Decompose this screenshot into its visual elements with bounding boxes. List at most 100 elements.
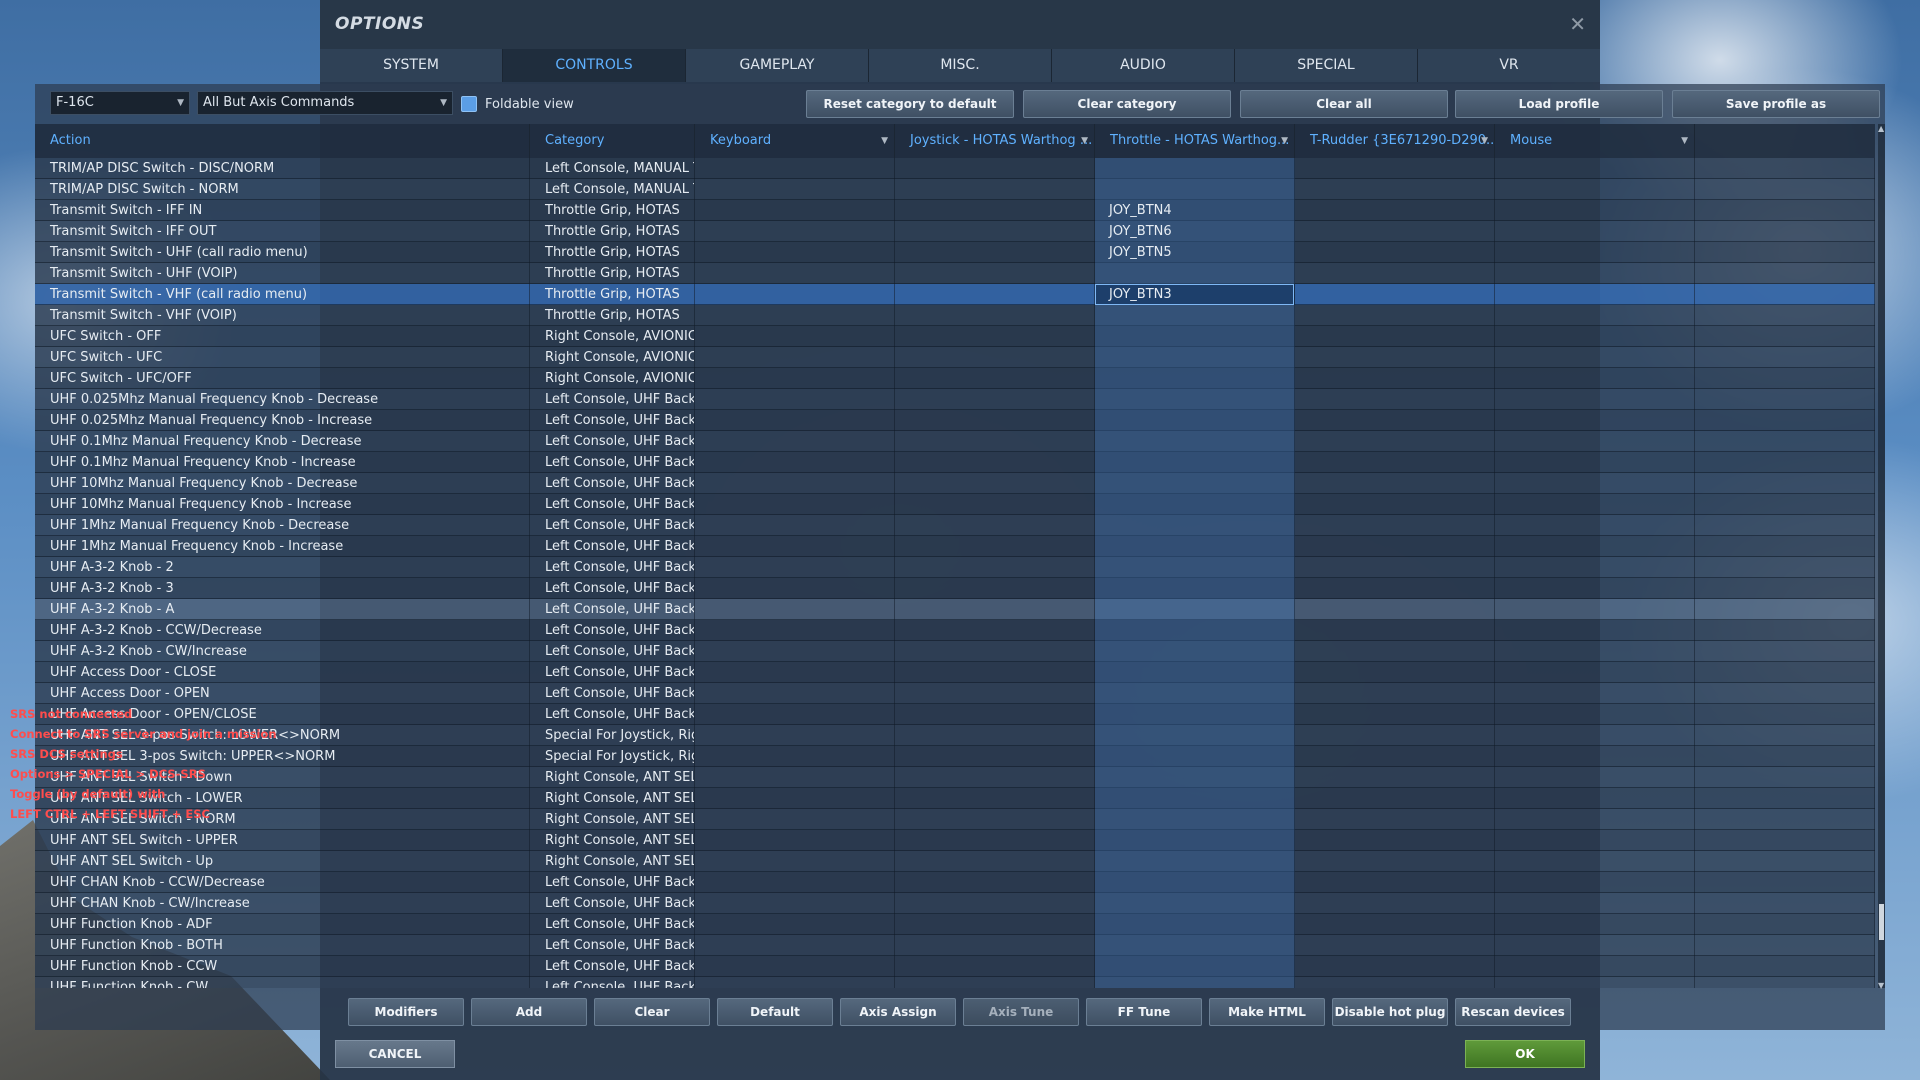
keyboard-cell[interactable] (695, 431, 895, 452)
throttle-cell[interactable] (1095, 746, 1295, 767)
keyboard-cell[interactable] (695, 284, 895, 305)
mouse-cell[interactable] (1495, 683, 1695, 704)
category-cell[interactable]: Left Console, UHF Backup (530, 515, 695, 536)
category-cell[interactable]: Left Console, UHF Backup (530, 578, 695, 599)
joystick-cell[interactable] (895, 347, 1095, 368)
mouse-cell[interactable] (1495, 305, 1695, 326)
table-row[interactable]: UHF Function Knob - BOTH Left Console, UH… (35, 935, 1875, 956)
keyboard-cell[interactable] (695, 704, 895, 725)
mouse-cell[interactable] (1495, 788, 1695, 809)
table-row[interactable]: UHF 10Mhz Manual Frequency Knob - Decrea… (35, 473, 1875, 494)
modifiers-button[interactable]: Modifiers (348, 998, 464, 1026)
throttle-cell[interactable] (1095, 725, 1295, 746)
action-cell[interactable]: UHF A-3-2 Knob - 2 (35, 557, 530, 578)
joystick-cell[interactable] (895, 284, 1095, 305)
empty-cell[interactable] (1695, 410, 1875, 431)
category-cell[interactable]: Left Console, MANUAL TR (530, 158, 695, 179)
rescan-devices-button[interactable]: Rescan devices (1455, 998, 1571, 1026)
mouse-cell[interactable] (1495, 410, 1695, 431)
empty-cell[interactable] (1695, 746, 1875, 767)
trudder-cell[interactable] (1295, 809, 1495, 830)
mouse-cell[interactable] (1495, 935, 1695, 956)
mouse-cell[interactable] (1495, 221, 1695, 242)
keyboard-cell[interactable] (695, 368, 895, 389)
mouse-cell[interactable] (1495, 746, 1695, 767)
keyboard-cell[interactable] (695, 536, 895, 557)
tab-gameplay[interactable]: GAMEPLAY (686, 49, 869, 82)
empty-cell[interactable] (1695, 200, 1875, 221)
tab-system[interactable]: SYSTEM (320, 49, 503, 82)
trudder-cell[interactable] (1295, 284, 1495, 305)
mouse-cell[interactable] (1495, 368, 1695, 389)
empty-cell[interactable] (1695, 494, 1875, 515)
action-cell[interactable]: UHF CHAN Knob - CCW/Decrease (35, 872, 530, 893)
throttle-cell[interactable] (1095, 599, 1295, 620)
category-cell[interactable]: Left Console, UHF Backup (530, 956, 695, 977)
category-cell[interactable]: Throttle Grip, HOTAS (530, 221, 695, 242)
trudder-cell[interactable] (1295, 347, 1495, 368)
action-cell[interactable]: UHF 1Mhz Manual Frequency Knob - Increas… (35, 536, 530, 557)
table-row[interactable]: UHF A-3-2 Knob - A Left Console, UHF Back… (35, 599, 1875, 620)
trudder-cell[interactable] (1295, 599, 1495, 620)
joystick-cell[interactable] (895, 662, 1095, 683)
empty-cell[interactable] (1695, 347, 1875, 368)
joystick-cell[interactable] (895, 809, 1095, 830)
trudder-cell[interactable] (1295, 683, 1495, 704)
table-row[interactable]: UHF 1Mhz Manual Frequency Knob - Increas… (35, 536, 1875, 557)
empty-cell[interactable] (1695, 263, 1875, 284)
table-row[interactable]: UHF Access Door - OPEN Left Console, UHF … (35, 683, 1875, 704)
category-cell[interactable]: Throttle Grip, HOTAS (530, 263, 695, 284)
mouse-cell[interactable] (1495, 389, 1695, 410)
trudder-cell[interactable] (1295, 893, 1495, 914)
empty-cell[interactable] (1695, 683, 1875, 704)
trudder-cell[interactable] (1295, 410, 1495, 431)
throttle-cell[interactable] (1095, 851, 1295, 872)
action-cell[interactable]: Transmit Switch - VHF (VOIP) (35, 305, 530, 326)
trudder-cell[interactable] (1295, 662, 1495, 683)
category-cell[interactable]: Left Console, UHF Backup (530, 599, 695, 620)
throttle-cell[interactable] (1095, 914, 1295, 935)
table-row[interactable]: UHF ANT SEL 3-pos Switch: UPPER<>NORM Spe… (35, 746, 1875, 767)
mouse-cell[interactable] (1495, 725, 1695, 746)
trudder-cell[interactable] (1295, 515, 1495, 536)
tab-special[interactable]: SPECIAL (1235, 49, 1418, 82)
joystick-cell[interactable] (895, 389, 1095, 410)
table-row[interactable]: TRIM/AP DISC Switch - NORM Left Console, … (35, 179, 1875, 200)
joystick-cell[interactable] (895, 305, 1095, 326)
trudder-cell[interactable] (1295, 725, 1495, 746)
table-row[interactable]: UFC Switch - UFC/OFF Right Console, AVION… (35, 368, 1875, 389)
empty-cell[interactable] (1695, 641, 1875, 662)
empty-cell[interactable] (1695, 515, 1875, 536)
throttle-cell[interactable] (1095, 893, 1295, 914)
category-cell[interactable]: Left Console, UHF Backup (530, 935, 695, 956)
action-cell[interactable]: UHF Function Knob - ADF (35, 914, 530, 935)
category-cell[interactable]: Left Console, UHF Backup (530, 494, 695, 515)
keyboard-cell[interactable] (695, 872, 895, 893)
empty-cell[interactable] (1695, 389, 1875, 410)
empty-cell[interactable] (1695, 767, 1875, 788)
keyboard-cell[interactable] (695, 557, 895, 578)
table-row[interactable]: Transmit Switch - UHF (VOIP) Throttle Gri… (35, 263, 1875, 284)
table-row[interactable]: UHF ANT SEL Switch - Down Right Console, … (35, 767, 1875, 788)
keyboard-cell[interactable] (695, 263, 895, 284)
trudder-cell[interactable] (1295, 977, 1495, 988)
keyboard-cell[interactable] (695, 410, 895, 431)
tab-audio[interactable]: AUDIO (1052, 49, 1235, 82)
action-cell[interactable]: UHF Function Knob - BOTH (35, 935, 530, 956)
throttle-cell[interactable] (1095, 263, 1295, 284)
category-cell[interactable]: Left Console, UHF Backup (530, 914, 695, 935)
joystick-cell[interactable] (895, 578, 1095, 599)
throttle-cell[interactable] (1095, 473, 1295, 494)
table-row[interactable]: TRIM/AP DISC Switch - DISC/NORM Left Cons… (35, 158, 1875, 179)
throttle-cell[interactable] (1095, 305, 1295, 326)
axis-assign-button[interactable]: Axis Assign (840, 998, 956, 1026)
save-profile-as-button[interactable]: Save profile as (1672, 90, 1880, 118)
close-icon[interactable]: ✕ (1569, 12, 1586, 36)
trudder-cell[interactable] (1295, 305, 1495, 326)
action-cell[interactable]: UHF 0.025Mhz Manual Frequency Knob - Inc… (35, 410, 530, 431)
category-cell[interactable]: Right Console, ANT SEL Pa (530, 851, 695, 872)
trudder-cell[interactable] (1295, 746, 1495, 767)
throttle-cell[interactable] (1095, 935, 1295, 956)
empty-cell[interactable] (1695, 851, 1875, 872)
foldable-view-checkbox[interactable] (461, 96, 477, 112)
